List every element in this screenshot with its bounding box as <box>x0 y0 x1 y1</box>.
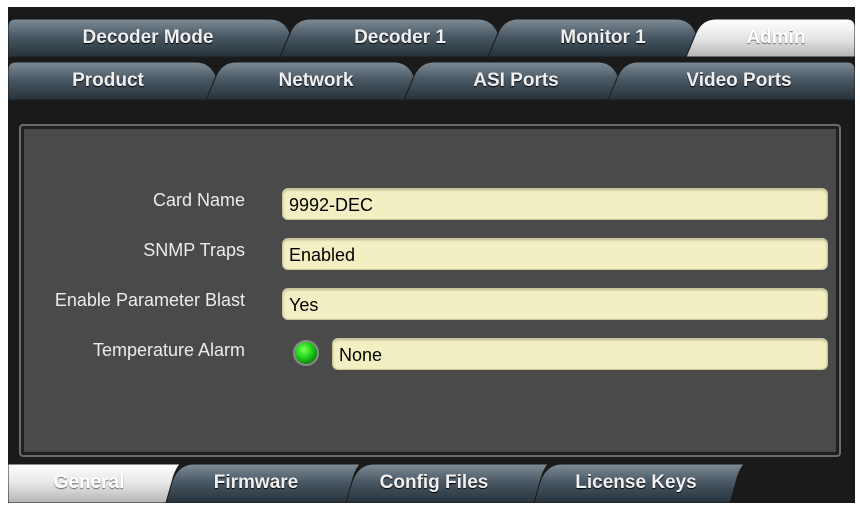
tab-firmware[interactable]: Firmware <box>176 462 336 503</box>
top-tab-bar: Decoder Mode Decoder 1 Monitor 1 Admin <box>8 19 855 57</box>
tab-license-keys[interactable]: License Keys <box>540 462 732 503</box>
tab-video-ports[interactable]: Video Ports <box>624 62 854 100</box>
card-name-label: Card Name <box>152 190 245 210</box>
tab-decoder-1[interactable]: Decoder 1 <box>300 19 500 57</box>
bottom-tab-bar: General Firmware Config Files License Ke… <box>8 462 855 503</box>
tab-network[interactable]: Network <box>216 62 416 100</box>
tab-decoder-mode[interactable]: Decoder Mode <box>28 19 268 57</box>
tab-config-files[interactable]: Config Files <box>352 462 516 503</box>
decoder-admin-window: Decoder Mode Decoder 1 Monitor 1 Admin P… <box>8 7 855 503</box>
admin-sub-tab-bar: Product Network ASI Ports Video Ports <box>8 62 855 100</box>
tab-product[interactable]: Product <box>8 62 208 100</box>
tab-general[interactable]: General <box>8 462 170 503</box>
tab-admin[interactable]: Admin <box>706 19 846 57</box>
temperature-status-led-icon <box>293 340 319 366</box>
snmp-traps-field[interactable]: Enabled <box>282 238 828 270</box>
temperature-alarm-field: None <box>332 338 828 370</box>
tab-monitor-1[interactable]: Monitor 1 <box>508 19 698 57</box>
snmp-traps-label: SNMP Traps <box>143 240 245 260</box>
tab-asi-ports[interactable]: ASI Ports <box>414 62 618 100</box>
parameter-blast-label: Enable Parameter Blast <box>54 290 245 310</box>
card-name-field[interactable]: 9992-DEC <box>282 188 828 220</box>
general-settings-panel: Card Name 9992-DEC SNMP Traps Enabled En… <box>19 124 841 457</box>
temperature-alarm-label: Temperature Alarm <box>92 340 245 360</box>
parameter-blast-field[interactable]: Yes <box>282 288 828 320</box>
